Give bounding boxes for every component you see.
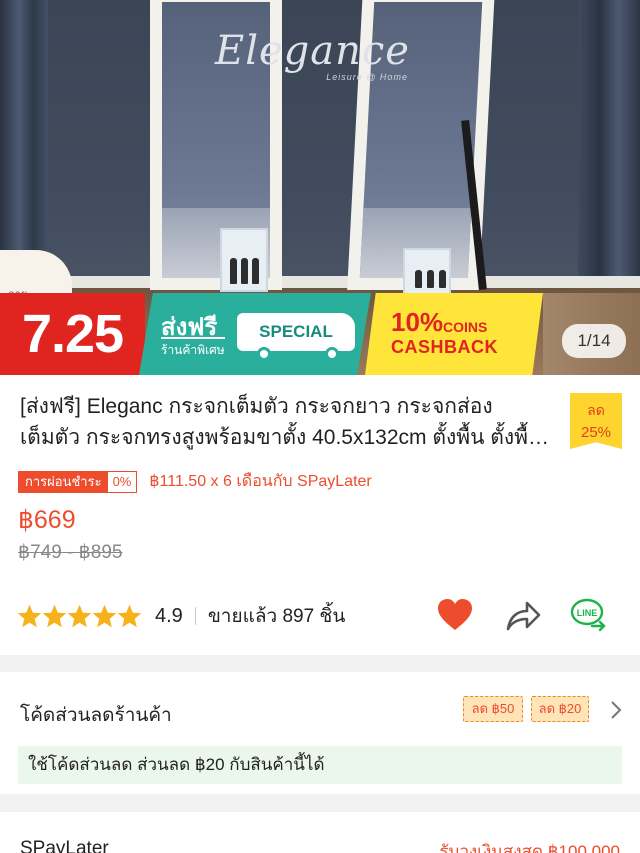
share-icon[interactable] <box>504 597 542 633</box>
line-share-icon[interactable]: LINE <box>570 597 608 633</box>
promo-date: 7.25 <box>0 293 145 375</box>
original-price: ฿749 - ฿895 <box>18 542 123 563</box>
discount-value: 25% <box>580 424 612 441</box>
truck-icon: SPECIAL <box>237 313 355 351</box>
installment-tag: การผ่อนชำระ 0% <box>18 470 138 493</box>
free-shipping-badge: ส่งฟรี ร้านค้าพิเศษ SPECIAL <box>139 293 371 375</box>
brand-logo-tagline: Leisure @ Home <box>326 72 408 82</box>
truck-wheel <box>325 347 339 361</box>
chevron-right-icon[interactable] <box>610 700 622 720</box>
truck-wheel <box>257 347 271 361</box>
heart-icon[interactable] <box>436 597 474 633</box>
spaylater-label: SPayLater <box>20 838 109 853</box>
spaylater-credit-limit: รับวงเงินสูงสุด ฿100,000 <box>439 842 620 853</box>
star-icon <box>18 604 41 627</box>
product-title-line: เต็มตัว กระจกทรงสูงพร้อมขาตั้ง 40.5x132c… <box>20 426 560 449</box>
right-curtain <box>578 0 640 300</box>
voucher-label: โค้ดส่วนลดร้านค้า <box>20 705 172 726</box>
brand-logo-text: Elegance <box>215 28 410 74</box>
rating-stars <box>18 604 141 628</box>
cashback-percent: 10% <box>391 307 444 337</box>
coins-cashback-badge: 10% COINS CASHBACK <box>365 293 543 375</box>
voucher-hint: ใช้โค้ดส่วนลด ส่วนลด ฿20 กับสินค้านี้ได้ <box>18 746 622 784</box>
svg-text:LINE: LINE <box>577 608 598 618</box>
divider <box>194 607 196 625</box>
free-shipping-subtitle: ร้านค้าพิเศษ <box>161 337 225 360</box>
installment-text: ฿111.50 x 6 เดือนกับ SPayLater <box>149 473 372 490</box>
star-icon <box>68 604 91 627</box>
star-icon <box>43 604 66 627</box>
product-title: [ส่งฟรี] Eleganc กระจกเต็มตัว กระจกยาว ก… <box>20 391 560 453</box>
promo-banner[interactable]: 7.25 ส่งฟรี ร้านค้าพิเศษ SPECIAL 10% COI… <box>0 293 640 375</box>
rating-row[interactable]: 4.9 ขายแล้ว 897 ชิ้น <box>18 601 345 631</box>
shop-voucher-section[interactable]: โค้ดส่วนลดร้านค้า ลด ฿50 ลด ฿20 ใช้โค้ดส… <box>0 672 640 794</box>
baseboard <box>0 276 640 288</box>
star-icon <box>118 604 141 627</box>
cashback-label: CASHBACK <box>391 337 498 357</box>
product-title-line: [ส่งฟรี] Eleganc กระจกเต็มตัว กระจกยาว ก… <box>20 395 493 418</box>
cashback-coins: COINS <box>443 319 488 335</box>
installment-row[interactable]: การผ่อนชำระ 0% ฿111.50 x 6 เดือนกับ SPay… <box>18 469 372 494</box>
reflection-poster <box>220 228 268 292</box>
spaylater-section[interactable]: SPayLater รับวงเงินสูงสุด ฿100,000 <box>0 812 640 853</box>
installment-tag-percent: 0% <box>112 473 132 489</box>
special-label: SPECIAL <box>259 322 333 341</box>
product-info-card: [ส่งฟรี] Eleganc กระจกเต็มตัว กระจกยาว ก… <box>0 375 640 655</box>
voucher-tag[interactable]: ลด ฿20 <box>531 696 589 722</box>
sold-count: ขายแล้ว 897 ชิ้น <box>207 606 346 627</box>
star-icon <box>93 604 116 627</box>
voucher-tag[interactable]: ลด ฿50 <box>463 696 523 722</box>
image-counter: 1/14 <box>562 324 626 358</box>
brand-logo: Elegance Leisure @ Home <box>215 28 410 82</box>
discount-badge: ลด 25% <box>570 393 622 449</box>
reflection-poster <box>403 248 451 296</box>
rating-value: 4.9 <box>155 604 183 627</box>
installment-tag-label: การผ่อนชำระ <box>19 471 108 492</box>
discount-label: ลด <box>587 402 605 418</box>
current-price: ฿669 <box>18 506 76 534</box>
